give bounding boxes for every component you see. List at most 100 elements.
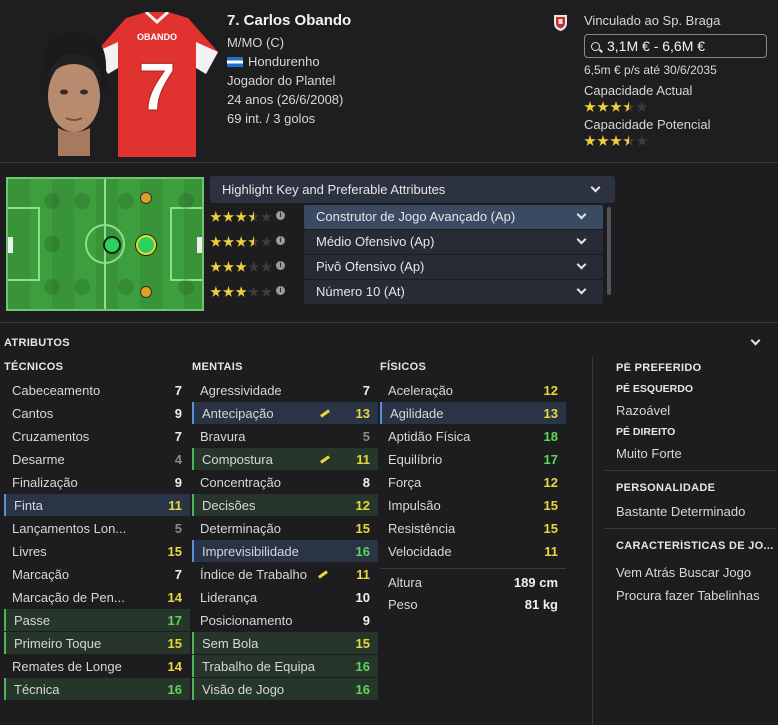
transfer-value[interactable]: 3,1M € - 6,6M € bbox=[584, 34, 767, 58]
attribute-row[interactable]: Marcação de Pen... 14 bbox=[4, 586, 190, 608]
attribute-row[interactable]: Desarme 4 bbox=[4, 448, 190, 470]
attribute-name: Técnica bbox=[14, 681, 60, 697]
attribute-value: 11 bbox=[168, 497, 182, 513]
roles-scrollbar[interactable] bbox=[607, 207, 611, 295]
attribute-value: 7 bbox=[174, 382, 182, 398]
technical-title: TÉCNICOS bbox=[4, 361, 64, 373]
attribute-row[interactable]: Visão de Jogo 16 bbox=[192, 678, 378, 700]
attribute-row[interactable]: Primeiro Toque 15 bbox=[4, 632, 190, 654]
attribute-row[interactable]: Marcação 7 bbox=[4, 563, 190, 585]
roles-dropdown[interactable]: Highlight Key and Preferable Attributes bbox=[210, 176, 615, 203]
attribute-row[interactable]: Índice de Trabalho 11 bbox=[192, 563, 378, 585]
attribute-value: 9 bbox=[362, 612, 370, 628]
attribute-name: Livres bbox=[12, 543, 47, 559]
attribute-name: Desarme bbox=[12, 451, 65, 467]
attribute-row[interactable]: Posicionamento 9 bbox=[192, 609, 378, 631]
star-icon bbox=[222, 286, 235, 297]
star-icon bbox=[222, 236, 235, 247]
player-nationality[interactable]: Hondurenho bbox=[227, 52, 351, 71]
chevron-down-icon bbox=[750, 335, 761, 346]
attributes-title: ATRIBUTOS bbox=[4, 337, 70, 349]
role-name[interactable]: Número 10 (At) bbox=[304, 280, 603, 304]
star-icon bbox=[597, 101, 609, 112]
club-contract-label[interactable]: Vinculado ao Sp. Braga bbox=[584, 12, 770, 30]
attribute-row[interactable]: Determinação 15 bbox=[192, 517, 378, 539]
height-row: Altura 189 cm bbox=[380, 571, 566, 593]
attribute-row[interactable]: Técnica 16 bbox=[4, 678, 190, 700]
attribute-row[interactable]: Velocidade 11 bbox=[380, 540, 566, 562]
attribute-row[interactable]: Antecipação 13 bbox=[192, 402, 378, 424]
attribute-row[interactable]: Cabeceamento 7 bbox=[4, 379, 190, 401]
attribute-row[interactable]: Força 12 bbox=[380, 471, 566, 493]
preferred-foot-title: PÉ PREFERIDO bbox=[616, 362, 776, 374]
role-row[interactable]: i Construtor de Jogo Avançado (Ap) bbox=[210, 205, 603, 229]
attribute-row[interactable]: Equilíbrio 17 bbox=[380, 448, 566, 470]
attribute-row[interactable]: Impulsão 15 bbox=[380, 494, 566, 516]
attribute-row[interactable]: Livres 15 bbox=[4, 540, 190, 562]
attribute-name: Passe bbox=[14, 612, 51, 628]
attribute-value: 13 bbox=[543, 405, 558, 421]
attribute-value: 10 bbox=[355, 589, 370, 605]
star-icon bbox=[584, 101, 596, 112]
attribute-name: Concentração bbox=[200, 474, 281, 490]
attribute-row[interactable]: Agressividade 7 bbox=[192, 379, 378, 401]
star-icon bbox=[260, 286, 273, 297]
attribute-row[interactable]: Finalização 9 bbox=[4, 471, 190, 493]
info-icon[interactable]: i bbox=[276, 261, 286, 270]
attribute-row[interactable]: Bravura 5 bbox=[192, 425, 378, 447]
mental-title: MENTAIS bbox=[192, 361, 243, 373]
attribute-row[interactable]: Concentração 8 bbox=[192, 471, 378, 493]
left-foot-label: PÉ ESQUERDO bbox=[616, 383, 694, 395]
info-icon[interactable]: i bbox=[276, 211, 286, 220]
attribute-value: 11 bbox=[356, 451, 370, 467]
attribute-row[interactable]: Decisões 12 bbox=[192, 494, 378, 516]
role-name[interactable]: Construtor de Jogo Avançado (Ap) bbox=[304, 205, 603, 229]
role-row[interactable]: i Número 10 (At) bbox=[210, 280, 603, 304]
position-dot-amc bbox=[136, 235, 156, 255]
player-avatar bbox=[40, 32, 108, 156]
attribute-row[interactable]: Cantos 9 bbox=[4, 402, 190, 424]
attributes-header[interactable]: ATRIBUTOS bbox=[0, 322, 778, 354]
attribute-row[interactable]: Resistência 15 bbox=[380, 517, 566, 539]
right-foot-value: Muito Forte bbox=[616, 446, 682, 461]
transfer-value-text: 3,1M € - 6,6M € bbox=[607, 38, 706, 54]
attribute-row[interactable]: Trabalho de Equipa 16 bbox=[192, 655, 378, 677]
star-icon bbox=[222, 211, 235, 222]
attribute-name: Imprevisibilidade bbox=[202, 543, 299, 559]
attribute-row[interactable]: Sem Bola 15 bbox=[192, 632, 378, 654]
info-icon[interactable]: i bbox=[276, 286, 286, 295]
club-crest-icon[interactable] bbox=[553, 13, 568, 31]
star-icon bbox=[235, 261, 247, 272]
attribute-row[interactable]: Liderança 10 bbox=[192, 586, 378, 608]
star-icon bbox=[210, 261, 222, 272]
role-name[interactable]: Pivô Ofensivo (Ap) bbox=[304, 255, 603, 279]
role-row[interactable]: i Médio Ofensivo (Ap) bbox=[210, 230, 603, 254]
attribute-value: 15 bbox=[167, 543, 182, 559]
preferred-foot-heading: PÉ PREFERIDO bbox=[616, 362, 702, 374]
player-status: Jogador do Plantel bbox=[227, 73, 336, 88]
trait-item[interactable]: Procura fazer Tabelinhas bbox=[616, 588, 776, 603]
attribute-name: Velocidade bbox=[388, 543, 452, 559]
potential-ability-label: Capacidade Potencial bbox=[584, 117, 711, 132]
star-icon bbox=[248, 261, 260, 272]
attribute-row[interactable]: Finta 11 bbox=[4, 494, 190, 516]
trait-item[interactable]: Vem Atrás Buscar Jogo bbox=[616, 565, 776, 580]
attribute-row[interactable]: Aceleração 12 bbox=[380, 379, 566, 401]
personality-value[interactable]: Bastante Determinado bbox=[616, 504, 776, 519]
attribute-value: 7 bbox=[362, 382, 370, 398]
attribute-row[interactable]: Lançamentos Lon... 5 bbox=[4, 517, 190, 539]
attribute-row[interactable]: Agilidade 13 bbox=[380, 402, 566, 424]
attribute-row[interactable]: Remates de Longe 14 bbox=[4, 655, 190, 677]
attribute-row[interactable]: Aptidão Física 18 bbox=[380, 425, 566, 447]
current-ability-label: Capacidade Actual bbox=[584, 83, 693, 98]
attribute-row[interactable]: Cruzamentos 7 bbox=[4, 425, 190, 447]
attribute-value: 5 bbox=[174, 520, 182, 536]
attribute-name: Trabalho de Equipa bbox=[202, 658, 315, 674]
current-ability-stars bbox=[584, 99, 770, 115]
attribute-row[interactable]: Compostura 11 bbox=[192, 448, 378, 470]
attribute-row[interactable]: Passe 17 bbox=[4, 609, 190, 631]
role-row[interactable]: i Pivô Ofensivo (Ap) bbox=[210, 255, 603, 279]
info-icon[interactable]: i bbox=[276, 236, 286, 245]
role-name[interactable]: Médio Ofensivo (Ap) bbox=[304, 230, 603, 254]
attribute-row[interactable]: Imprevisibilidade 16 bbox=[192, 540, 378, 562]
